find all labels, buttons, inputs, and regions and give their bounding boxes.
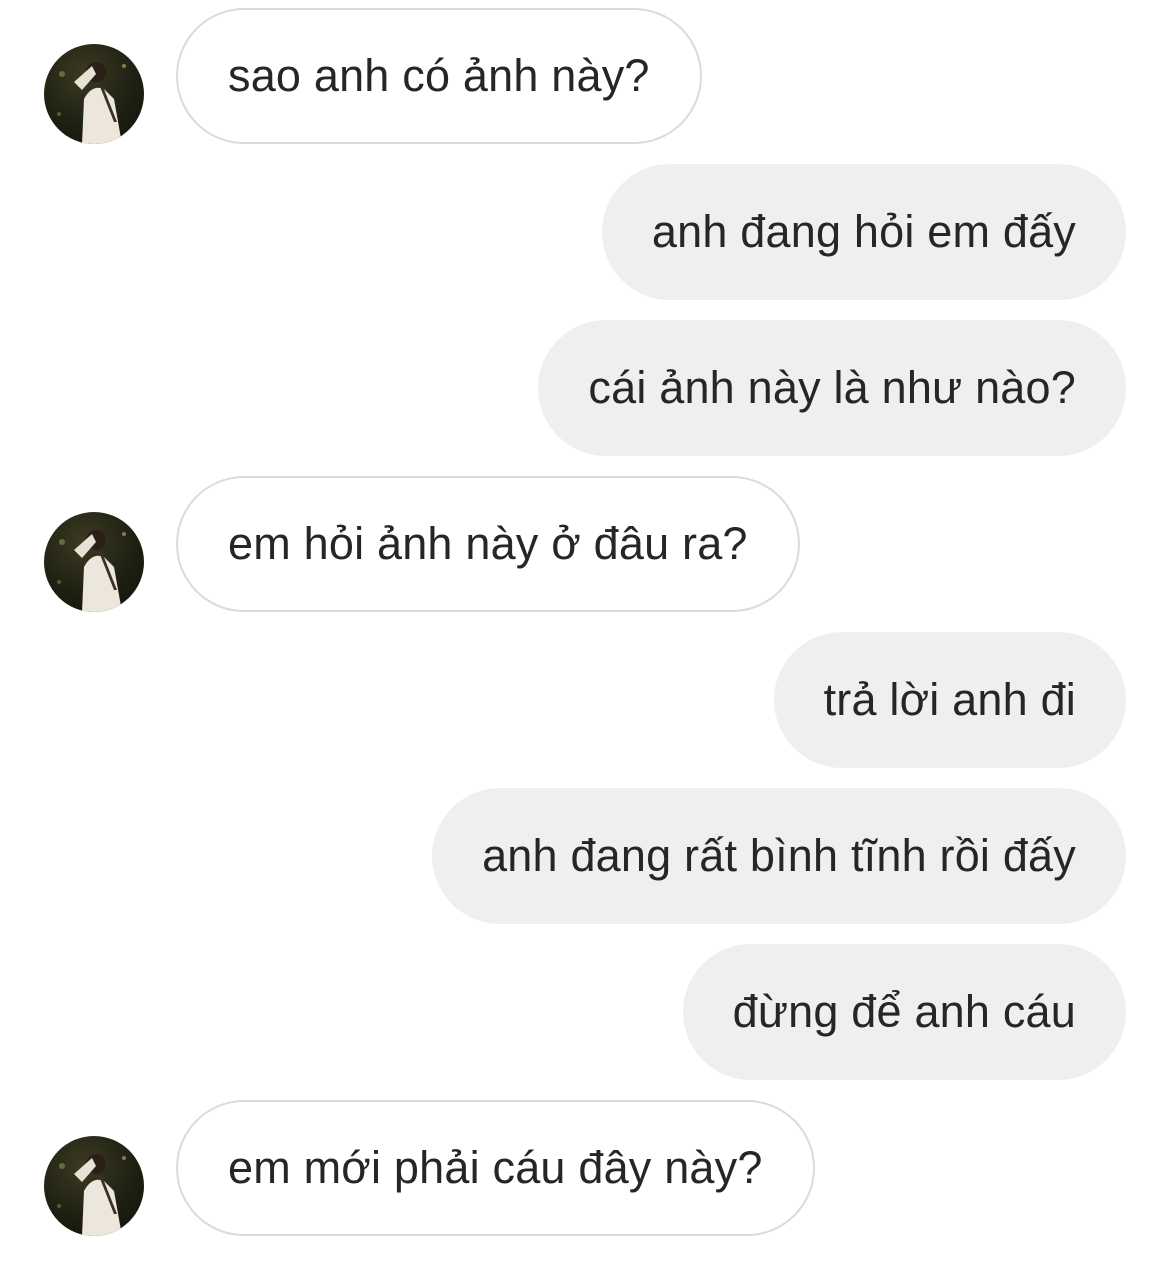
avatar-photo-icon bbox=[57, 530, 126, 612]
message-text: em mới phải cáu đây này? bbox=[228, 1142, 763, 1193]
message-text: đừng để anh cáu bbox=[732, 986, 1076, 1037]
message-bubble-outgoing[interactable]: anh đang rất bình tĩnh rồi đấy bbox=[432, 788, 1126, 924]
message-bubble-outgoing[interactable]: cái ảnh này là như nào? bbox=[538, 320, 1126, 456]
avatar-photo-icon bbox=[57, 1154, 126, 1236]
message-bubble-incoming[interactable]: em hỏi ảnh này ở đâu ra? bbox=[176, 476, 800, 612]
message-row-incoming: em hỏi ảnh này ở đâu ra? bbox=[0, 476, 1170, 612]
message-row-outgoing: trả lời anh đi bbox=[0, 632, 1170, 768]
message-bubble-incoming[interactable]: em mới phải cáu đây này? bbox=[176, 1100, 815, 1236]
message-bubble-outgoing[interactable]: trả lời anh đi bbox=[773, 632, 1126, 768]
message-text: trả lời anh đi bbox=[823, 674, 1076, 725]
message-row-outgoing: cái ảnh này là như nào? bbox=[0, 320, 1170, 456]
message-text: anh đang rất bình tĩnh rồi đấy bbox=[482, 830, 1076, 881]
message-bubble-outgoing[interactable]: đừng để anh cáu bbox=[682, 944, 1126, 1080]
message-text: em hỏi ảnh này ở đâu ra? bbox=[228, 518, 748, 569]
message-bubble-incoming[interactable]: sao anh có ảnh này? bbox=[176, 8, 702, 144]
avatar[interactable] bbox=[44, 44, 144, 144]
avatar[interactable] bbox=[44, 512, 144, 612]
avatar-photo-icon bbox=[57, 62, 126, 144]
message-row-outgoing: anh đang hỏi em đấy bbox=[0, 164, 1170, 300]
message-row-incoming: sao anh có ảnh này? bbox=[0, 8, 1170, 144]
message-bubble-outgoing[interactable]: anh đang hỏi em đấy bbox=[601, 164, 1126, 300]
avatar[interactable] bbox=[44, 1136, 144, 1236]
message-text: cái ảnh này là như nào? bbox=[588, 362, 1076, 413]
message-text: sao anh có ảnh này? bbox=[228, 50, 650, 101]
message-row-outgoing: anh đang rất bình tĩnh rồi đấy bbox=[0, 788, 1170, 924]
message-text: anh đang hỏi em đấy bbox=[651, 206, 1076, 257]
message-row-outgoing: đừng để anh cáu bbox=[0, 944, 1170, 1080]
message-row-incoming: em mới phải cáu đây này? bbox=[0, 1100, 1170, 1236]
